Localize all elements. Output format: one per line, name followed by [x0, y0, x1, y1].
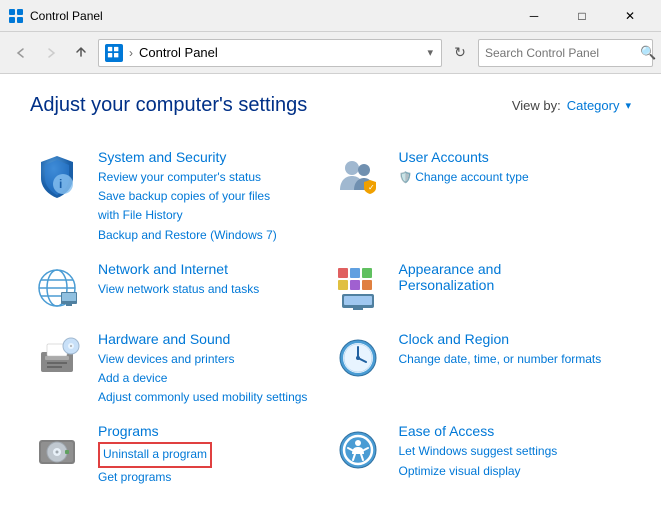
- content-area: Adjust your computer's settings View by:…: [0, 74, 661, 515]
- titlebar: Control Panel ─ □ ✕: [0, 0, 661, 32]
- system-security-icon: i: [30, 149, 84, 203]
- viewby-arrow[interactable]: ▾: [625, 99, 631, 112]
- address-bar[interactable]: › Control Panel ▾: [98, 39, 442, 67]
- svg-text:i: i: [59, 177, 62, 191]
- category-clock: Clock and Region Change date, time, or n…: [331, 323, 632, 416]
- clock-icon: [331, 331, 385, 385]
- maximize-button[interactable]: □: [559, 0, 605, 32]
- search-icon: 🔍: [640, 45, 656, 61]
- user-accounts-title[interactable]: User Accounts: [399, 149, 622, 165]
- forward-button[interactable]: [38, 40, 64, 66]
- address-text: Control Panel: [139, 45, 419, 60]
- address-icon: [105, 44, 123, 62]
- breadcrumb-separator: ›: [129, 46, 133, 60]
- system-security-link-3[interactable]: Backup and Restore (Windows 7): [98, 226, 321, 245]
- clock-text: Clock and Region Change date, time, or n…: [399, 331, 622, 369]
- programs-link-2[interactable]: Get programs: [98, 468, 321, 487]
- system-security-link-2[interactable]: Save backup copies of your fileswith Fil…: [98, 187, 321, 225]
- back-button[interactable]: [8, 40, 34, 66]
- viewby-control: View by: Category ▾: [512, 98, 631, 113]
- appearance-icon: [331, 261, 385, 315]
- hardware-icon: [30, 331, 84, 385]
- ease-access-link-2[interactable]: Optimize visual display: [399, 462, 622, 481]
- user-accounts-icon: ✓: [331, 149, 385, 203]
- system-security-text: System and Security Review your computer…: [98, 149, 321, 245]
- ease-access-icon: [331, 423, 385, 477]
- hardware-text: Hardware and Sound View devices and prin…: [98, 331, 321, 408]
- uac-shield-icon: 🛡️: [399, 171, 413, 184]
- user-accounts-text: User Accounts 🛡️ Change account type: [399, 149, 622, 187]
- hardware-link-2[interactable]: Add a device: [98, 369, 321, 388]
- programs-icon: [30, 423, 84, 477]
- network-title[interactable]: Network and Internet: [98, 261, 321, 277]
- programs-text: Programs Uninstall a program Get program…: [98, 423, 321, 486]
- network-link-1[interactable]: View network status and tasks: [98, 280, 321, 299]
- user-accounts-link-1[interactable]: Change account type: [415, 168, 528, 187]
- address-dropdown[interactable]: ▾: [425, 44, 435, 61]
- navbar: › Control Panel ▾ ↻ 🔍: [0, 32, 661, 74]
- programs-title[interactable]: Programs: [98, 423, 321, 439]
- titlebar-buttons: ─ □ ✕: [511, 0, 653, 32]
- hardware-link-3[interactable]: Adjust commonly used mobility settings: [98, 388, 321, 407]
- page-title: Adjust your computer's settings: [30, 94, 307, 117]
- ease-access-link-1[interactable]: Let Windows suggest settings: [399, 442, 622, 461]
- up-button[interactable]: [68, 40, 94, 66]
- network-text: Network and Internet View network status…: [98, 261, 321, 299]
- appearance-text: Appearance andPersonalization: [399, 261, 622, 296]
- hardware-link-1[interactable]: View devices and printers: [98, 350, 321, 369]
- system-security-title[interactable]: System and Security: [98, 149, 321, 165]
- category-hardware: Hardware and Sound View devices and prin…: [30, 323, 331, 416]
- search-bar[interactable]: 🔍: [478, 39, 653, 67]
- category-appearance: Appearance andPersonalization: [331, 253, 632, 323]
- category-system-security: i System and Security Review your comput…: [30, 141, 331, 253]
- viewby-label: View by:: [512, 98, 561, 113]
- search-input[interactable]: [485, 46, 640, 60]
- category-programs: Programs Uninstall a program Get program…: [30, 415, 331, 494]
- titlebar-title: Control Panel: [30, 9, 511, 23]
- svg-text:✓: ✓: [368, 183, 375, 192]
- close-button[interactable]: ✕: [607, 0, 653, 32]
- ease-access-title[interactable]: Ease of Access: [399, 423, 622, 439]
- categories-grid: i System and Security Review your comput…: [30, 141, 631, 495]
- content-header: Adjust your computer's settings View by:…: [30, 94, 631, 117]
- category-ease-access: Ease of Access Let Windows suggest setti…: [331, 415, 632, 494]
- clock-link-1[interactable]: Change date, time, or number formats: [399, 350, 622, 369]
- hardware-title[interactable]: Hardware and Sound: [98, 331, 321, 347]
- category-network: Network and Internet View network status…: [30, 253, 331, 323]
- system-security-link-1[interactable]: Review your computer's status: [98, 168, 321, 187]
- ease-access-text: Ease of Access Let Windows suggest setti…: [399, 423, 622, 480]
- appearance-title[interactable]: Appearance andPersonalization: [399, 261, 622, 293]
- titlebar-icon: [8, 8, 24, 24]
- refresh-button[interactable]: ↻: [446, 39, 474, 67]
- network-icon: [30, 261, 84, 315]
- clock-title[interactable]: Clock and Region: [399, 331, 622, 347]
- minimize-button[interactable]: ─: [511, 0, 557, 32]
- programs-link-1[interactable]: Uninstall a program: [98, 442, 212, 467]
- category-user-accounts: ✓ User Accounts 🛡️ Change account type: [331, 141, 632, 253]
- viewby-value[interactable]: Category: [567, 98, 620, 113]
